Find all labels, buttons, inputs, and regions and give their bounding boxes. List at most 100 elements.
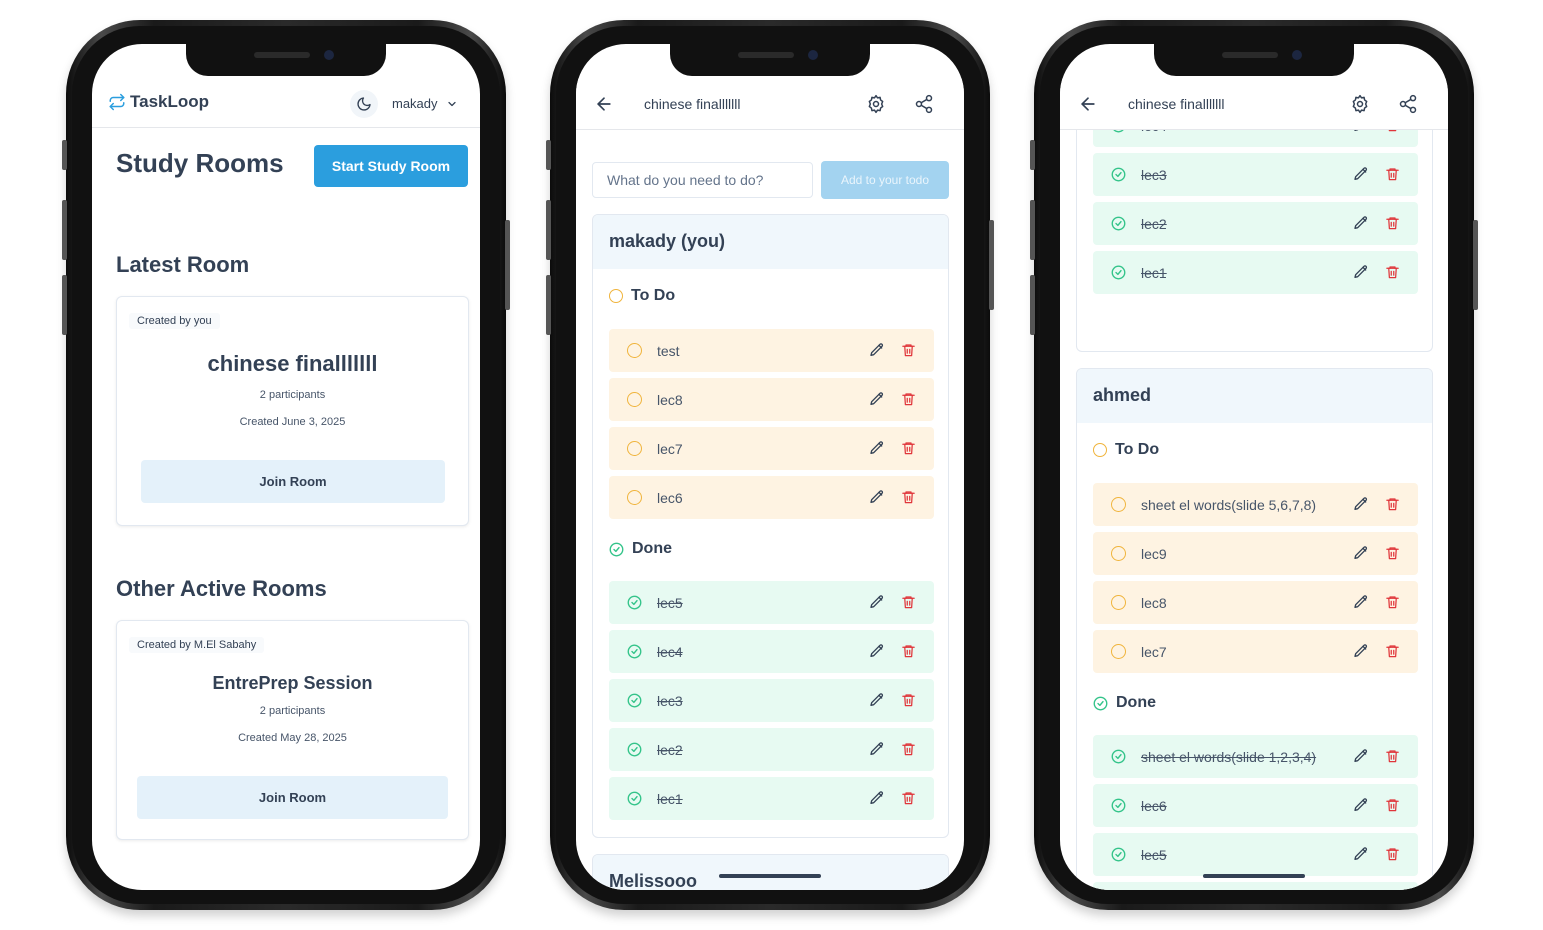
check-circle-icon[interactable] (1111, 749, 1126, 764)
task-label: lec2 (1141, 216, 1167, 232)
trash-icon[interactable] (901, 489, 916, 505)
pencil-icon[interactable] (1353, 215, 1369, 231)
pencil-icon[interactable] (869, 342, 885, 358)
start-study-room-button[interactable]: Start Study Room (314, 145, 468, 187)
add-todo-button[interactable]: Add to your todo (821, 161, 949, 199)
trash-icon[interactable] (1385, 166, 1400, 182)
user-card-melissooo: Melissooo (592, 854, 949, 890)
trash-icon[interactable] (901, 741, 916, 757)
pencil-icon[interactable] (869, 440, 885, 456)
creator-badge: Created by M.El Sabahy (129, 637, 265, 653)
check-circle-icon[interactable] (627, 791, 642, 806)
pending-circle-icon[interactable] (1111, 644, 1126, 659)
trash-icon[interactable] (1385, 264, 1400, 280)
trash-icon[interactable] (901, 342, 916, 358)
back-arrow-icon[interactable] (594, 94, 614, 114)
check-circle-icon[interactable] (627, 742, 642, 757)
done-group-label: Done (609, 540, 672, 558)
check-circle-icon[interactable] (1111, 167, 1126, 182)
latest-room-card: Created by you chinese finalllllll 2 par… (116, 296, 469, 526)
screen: TaskLoop makady Study Rooms Start Study … (92, 44, 480, 890)
pencil-icon[interactable] (1353, 797, 1369, 813)
pencil-icon[interactable] (869, 391, 885, 407)
check-circle-icon[interactable] (1111, 265, 1126, 280)
other-rooms-heading: Other Active Rooms (116, 576, 327, 601)
user-name: ahmed (1093, 385, 1152, 405)
trash-icon[interactable] (901, 692, 916, 708)
pending-circle-icon[interactable] (1111, 497, 1126, 512)
pencil-icon[interactable] (869, 643, 885, 659)
pending-circle-icon[interactable] (627, 392, 642, 407)
task-label: lec5 (1141, 847, 1167, 863)
trash-icon[interactable] (1385, 496, 1400, 512)
task-label: lec9 (1141, 546, 1167, 562)
trash-icon[interactable] (901, 440, 916, 456)
trash-icon[interactable] (901, 391, 916, 407)
pending-circle-icon[interactable] (627, 343, 642, 358)
task-label: lec4 (657, 644, 683, 660)
user-card-makady: makady (you) To Do test lec8 lec7 lec6 Done… (592, 214, 949, 838)
check-circle-icon[interactable] (627, 644, 642, 659)
task-label: lec8 (1141, 595, 1167, 611)
trash-icon[interactable] (1385, 846, 1400, 862)
notch (670, 44, 870, 76)
trash-icon[interactable] (901, 594, 916, 610)
check-circle-icon[interactable] (1111, 847, 1126, 862)
check-circle-icon[interactable] (627, 595, 642, 610)
task-item: lec1 (1093, 251, 1418, 294)
theme-toggle-button[interactable] (350, 90, 378, 118)
screen: chinese finalllllll Add to your todo mak… (576, 44, 964, 890)
pending-circle-icon[interactable] (627, 441, 642, 456)
user-card-header: Melissooo (593, 855, 948, 890)
check-circle-icon[interactable] (627, 693, 642, 708)
share-icon[interactable] (914, 94, 934, 114)
pencil-icon[interactable] (869, 489, 885, 505)
trash-icon[interactable] (1385, 215, 1400, 231)
pencil-icon[interactable] (1353, 846, 1369, 862)
gear-icon[interactable] (866, 94, 886, 114)
pending-circle-icon (1093, 443, 1107, 457)
trash-icon[interactable] (901, 643, 916, 659)
pending-circle-icon[interactable] (1111, 546, 1126, 561)
gear-icon[interactable] (1350, 94, 1370, 114)
join-room-button[interactable]: Join Room (137, 776, 448, 819)
app-logo[interactable]: TaskLoop (108, 92, 209, 112)
pencil-icon[interactable] (1353, 166, 1369, 182)
back-arrow-icon[interactable] (1078, 94, 1098, 114)
creator-badge: Created by you (129, 313, 220, 329)
pencil-icon[interactable] (1353, 748, 1369, 764)
trash-icon[interactable] (1385, 594, 1400, 610)
check-circle-icon[interactable] (1111, 798, 1126, 813)
trash-icon[interactable] (1385, 643, 1400, 659)
check-circle-icon[interactable] (1111, 216, 1126, 231)
pencil-icon[interactable] (1353, 496, 1369, 512)
task-item: lec2 (609, 728, 934, 771)
pencil-icon[interactable] (869, 790, 885, 806)
trash-icon[interactable] (1385, 748, 1400, 764)
todo-input[interactable] (592, 162, 813, 198)
check-circle-icon (609, 542, 624, 556)
task-label: sheet el words(slide 5,6,7,8) (1141, 497, 1317, 513)
pending-circle-icon[interactable] (627, 490, 642, 505)
created-date: Created June 3, 2025 (239, 416, 346, 428)
join-room-button[interactable]: Join Room (141, 460, 445, 503)
share-icon[interactable] (1398, 94, 1418, 114)
app-header: TaskLoop makady (92, 82, 480, 128)
phone-room-detail-scrolled: chinese finalllllll lec4 lec3 lec2 lec1 ahm… (1030, 20, 1478, 910)
task-label: lec6 (657, 490, 683, 506)
pencil-icon[interactable] (869, 692, 885, 708)
trash-icon[interactable] (1385, 797, 1400, 813)
user-name: makady (you) (609, 231, 726, 251)
pencil-icon[interactable] (1353, 594, 1369, 610)
pencil-icon[interactable] (1353, 264, 1369, 280)
pencil-icon[interactable] (869, 594, 885, 610)
task-item: lec1 (609, 777, 934, 820)
task-label: lec5 (657, 595, 683, 611)
pencil-icon[interactable] (1353, 643, 1369, 659)
pending-circle-icon[interactable] (1111, 595, 1126, 610)
trash-icon[interactable] (901, 790, 916, 806)
pencil-icon[interactable] (869, 741, 885, 757)
user-menu[interactable]: makady (392, 96, 458, 111)
trash-icon[interactable] (1385, 545, 1400, 561)
pencil-icon[interactable] (1353, 545, 1369, 561)
